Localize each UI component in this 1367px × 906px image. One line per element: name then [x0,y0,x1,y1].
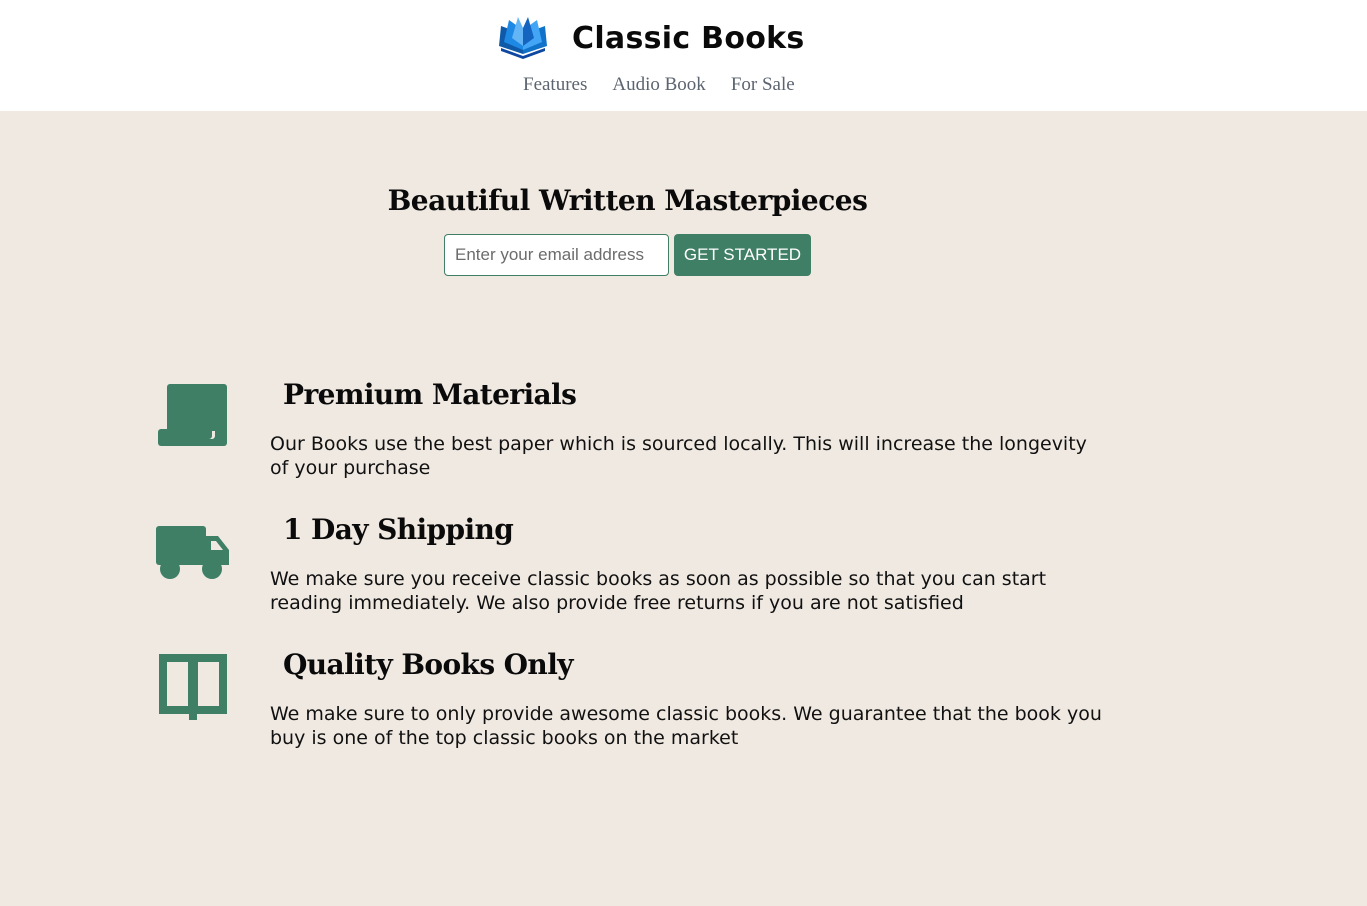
feature-text: Our Books use the best paper which is so… [270,433,1087,479]
scroll-icon [158,384,227,446]
open-book-logo-icon [499,17,547,59]
feature-text: We make sure you receive classic books a… [270,568,1047,614]
signup-form: GET STARTED [444,234,811,276]
feature-title: Quality Books Only [283,648,574,681]
nav-link-audio-book[interactable]: Audio Book [612,74,705,96]
hero-title: Beautiful Written Masterpieces [387,184,868,217]
feature-premium-materials: Premium Materials Our Books use the best… [150,378,1110,488]
email-input[interactable] [444,234,669,276]
brand-title: Classic Books [572,20,805,56]
main-nav: Features Audio Book For Sale [523,74,795,96]
feature-text: We make sure to only provide awesome cla… [270,703,1102,749]
site-header: Classic Books Features Audio Book For Sa… [0,0,1367,111]
nav-link-features[interactable]: Features [523,74,587,96]
feature-quality-books-only: Quality Books Only We make sure to only … [150,648,1110,758]
brand[interactable]: Classic Books [496,14,805,62]
get-started-button[interactable]: GET STARTED [674,234,811,276]
feature-title: Premium Materials [283,378,577,411]
feature-title: 1 Day Shipping [283,513,514,546]
open-book-icon [159,654,227,720]
truck-icon [156,526,229,579]
nav-link-for-sale[interactable]: For Sale [731,74,795,96]
feature-1-day-shipping: 1 Day Shipping We make sure you receive … [150,513,1110,623]
